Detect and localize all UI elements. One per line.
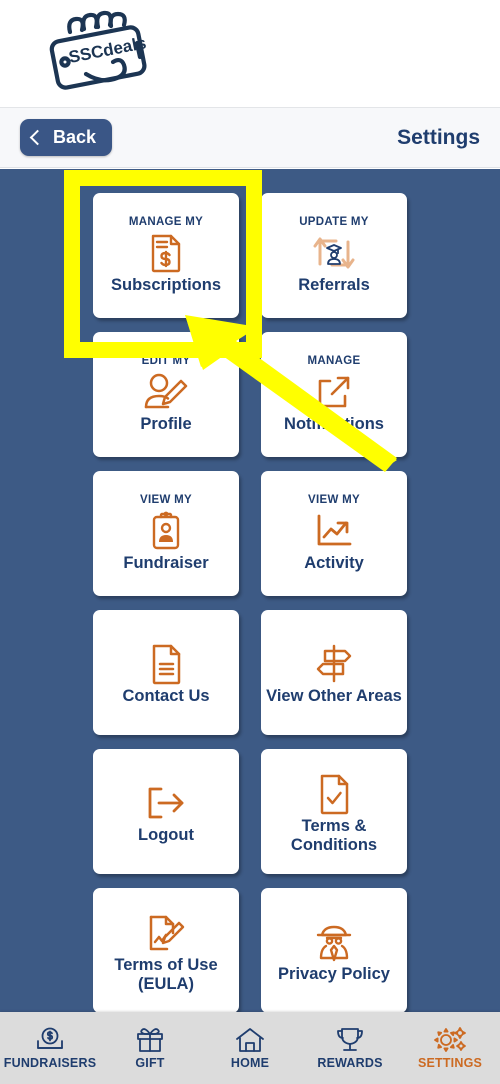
back-button-label: Back — [53, 127, 97, 147]
tile-label: Privacy Policy — [278, 965, 390, 984]
gift-box-icon — [137, 1027, 163, 1052]
tile-terms-conditions[interactable]: Terms & Conditions — [261, 749, 407, 874]
tile-label: Logout — [138, 826, 194, 845]
logout-arrow-icon — [145, 782, 187, 824]
nav-item-home[interactable]: HOME — [200, 1027, 300, 1070]
nav-item-gift[interactable]: GIFT — [100, 1027, 200, 1070]
tile-eyebrow: UPDATE MY — [299, 216, 369, 229]
tile-label: Terms & Conditions — [290, 817, 378, 854]
nav-item-fundraisers[interactable]: FUNDRAISERS — [0, 1027, 100, 1070]
clipboard-person-icon — [149, 510, 183, 552]
referral-cycle-graduate-icon — [311, 232, 357, 274]
user-edit-pencil-icon — [143, 371, 189, 413]
nav-item-label: FUNDRAISERS — [3, 1055, 97, 1070]
nav-item-rewards[interactable]: REWARDS — [300, 1027, 400, 1070]
tile-label: View Other Areas — [266, 687, 402, 706]
chevron-left-icon — [29, 129, 46, 146]
nav-item-label: SETTINGS — [417, 1055, 483, 1070]
hand-holding-phone-logo: SSCdeals — [49, 10, 148, 90]
invoice-dollar-icon — [149, 232, 183, 274]
nav-item-settings[interactable]: SETTINGS — [400, 1026, 500, 1070]
tile-contact-us[interactable]: Contact Us — [93, 610, 239, 735]
tile-label: Referrals — [298, 276, 370, 295]
tile-eyebrow: VIEW MY — [140, 494, 192, 507]
tile-eyebrow: EDIT MY — [141, 355, 191, 368]
tile-privacy-policy[interactable]: Privacy Policy — [261, 888, 407, 1012]
tile-eyebrow: MANAGE — [307, 355, 361, 368]
external-arrow-icon — [315, 371, 353, 413]
tile-eyebrow: VIEW MY — [308, 494, 360, 507]
signpost-icon — [313, 643, 355, 685]
tile-eyebrow: MANAGE MY — [128, 216, 204, 229]
gears-icon — [434, 1026, 466, 1052]
nav-item-label: GIFT — [135, 1055, 165, 1070]
money-coin-icon — [37, 1027, 63, 1049]
tile-activity[interactable]: VIEW MY Activity — [261, 471, 407, 596]
tile-profile[interactable]: EDIT MY Profile — [93, 332, 239, 457]
tile-terms-of-use[interactable]: Terms of Use (EULA) — [93, 888, 239, 1012]
bottom-navigation: FUNDRAISERS GIFT HOME REWARDS SETTINGS — [0, 1012, 500, 1084]
nav-item-label: REWARDS — [317, 1055, 383, 1070]
spy-detective-icon — [314, 921, 354, 963]
document-lines-icon — [149, 643, 183, 685]
app-logo: SSCdeals — [40, 10, 160, 97]
tile-label: Terms of Use (EULA) — [114, 956, 218, 993]
tile-label: Notifications — [284, 415, 384, 434]
page-title: Settings — [397, 125, 480, 149]
document-signature-icon — [146, 912, 186, 954]
settings-grid: MANAGE MY Subscriptions UPDATE MY Referr… — [0, 169, 500, 1012]
nav-item-label: HOME — [230, 1055, 270, 1070]
tile-label: Activity — [304, 554, 364, 573]
tile-label: Subscriptions — [110, 276, 221, 295]
trophy-icon — [337, 1027, 363, 1051]
tile-fundraiser[interactable]: VIEW MY Fundraiser — [93, 471, 239, 596]
tile-label: Profile — [140, 415, 192, 434]
chart-trend-up-icon — [314, 510, 354, 552]
home-icon — [236, 1027, 264, 1052]
document-check-icon — [317, 773, 351, 815]
page-header: Back Settings — [0, 108, 500, 168]
tile-logout[interactable]: Logout — [93, 749, 239, 874]
tile-label: Contact Us — [122, 687, 210, 706]
tile-label: Fundraiser — [123, 554, 209, 573]
app-logo-bar: SSCdeals — [0, 0, 500, 108]
back-button[interactable]: Back — [20, 119, 113, 156]
tile-notifications[interactable]: MANAGE Notifications — [261, 332, 407, 457]
tile-referrals[interactable]: UPDATE MY Referrals — [261, 193, 407, 318]
settings-grid-area: MANAGE MY Subscriptions UPDATE MY Referr… — [0, 169, 500, 1012]
tile-view-other-areas[interactable]: View Other Areas — [261, 610, 407, 735]
tile-subscriptions[interactable]: MANAGE MY Subscriptions — [93, 193, 239, 318]
